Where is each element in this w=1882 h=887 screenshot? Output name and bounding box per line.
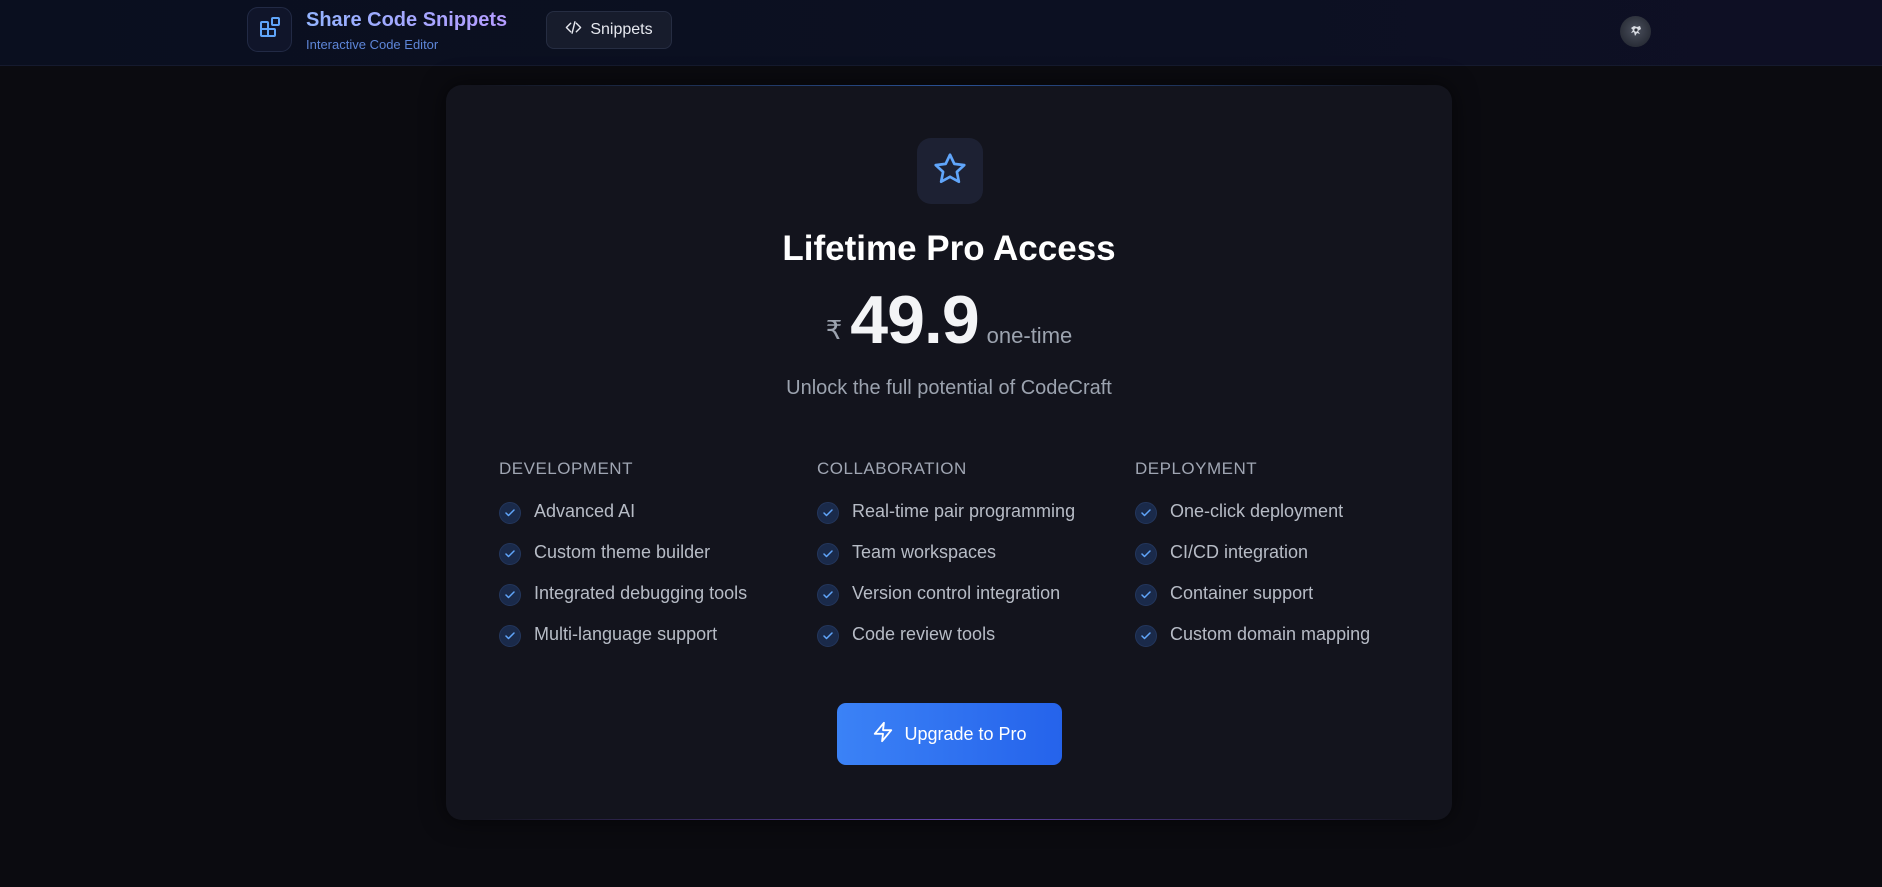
feature-item: Real-time pair programming (817, 499, 1117, 524)
feature-label: CI/CD integration (1170, 541, 1309, 562)
top-header: Share Code Snippets Interactive Code Edi… (0, 0, 1882, 66)
check-icon (499, 584, 521, 606)
check-icon (499, 625, 521, 647)
feature-label: Integrated debugging tools (534, 582, 748, 603)
feature-label: Custom theme builder (534, 541, 711, 562)
check-icon (499, 543, 521, 565)
card-bottom-glow (476, 819, 1422, 820)
feature-item: Advanced AI (499, 499, 799, 524)
feature-item: Team workspaces (817, 540, 1117, 565)
feature-column-deployment: DEPLOYMENT One-click deployment CI/CD in… (1135, 459, 1435, 663)
feature-item: CI/CD integration (1135, 540, 1435, 565)
check-icon (1135, 584, 1157, 606)
star-badge (917, 138, 983, 204)
plan-subtitle: Unlock the full potential of CodeCraft (786, 377, 1112, 399)
feature-label: Real-time pair programming (852, 500, 1076, 521)
upgrade-button[interactable]: Upgrade to Pro (837, 703, 1062, 765)
check-icon (817, 625, 839, 647)
feature-item: Version control integration (817, 581, 1117, 606)
plan-title: Lifetime Pro Access (782, 229, 1116, 268)
column-heading: DEVELOPMENT (499, 459, 633, 478)
brand-subtitle: Interactive Code Editor (306, 37, 439, 52)
blocks-icon (258, 15, 282, 44)
feature-label: Advanced AI (534, 500, 636, 521)
feature-item: Code review tools (817, 622, 1117, 647)
feature-item: Custom theme builder (499, 540, 799, 565)
check-icon (499, 502, 521, 524)
price-row: ₹ 49.9 one-time (446, 281, 1452, 359)
logo[interactable] (247, 7, 292, 52)
zap-icon (872, 721, 894, 748)
check-icon (817, 543, 839, 565)
brand-title[interactable]: Share Code Snippets (306, 9, 507, 32)
feature-item: Custom domain mapping (1135, 622, 1435, 647)
price-amount: 49.9 (850, 282, 979, 358)
feature-item: Multi-language support (499, 622, 799, 647)
check-icon (817, 502, 839, 524)
feature-label: Code review tools (852, 623, 996, 644)
price-period: one-time (986, 323, 1073, 348)
snippets-button[interactable]: Snippets (546, 11, 672, 49)
check-icon (1135, 502, 1157, 524)
avatar-image-icon (1630, 25, 1641, 36)
feature-item: Container support (1135, 581, 1435, 606)
card-top-glow (476, 85, 1422, 86)
feature-item: One-click deployment (1135, 499, 1435, 524)
pricing-card: Lifetime Pro Access ₹ 49.9 one-time Unlo… (446, 85, 1452, 820)
star-icon (932, 151, 968, 192)
user-avatar[interactable] (1620, 16, 1651, 47)
feature-label: Custom domain mapping (1170, 623, 1371, 644)
currency-symbol: ₹ (825, 315, 843, 345)
feature-label: One-click deployment (1170, 500, 1344, 521)
feature-label: Team workspaces (852, 541, 997, 562)
feature-label: Version control integration (852, 582, 1061, 603)
feature-item: Integrated debugging tools (499, 581, 799, 606)
feature-column-development: DEVELOPMENT Advanced AI Custom theme bui… (499, 459, 799, 663)
check-icon (1135, 543, 1157, 565)
check-icon (1135, 625, 1157, 647)
column-heading: DEPLOYMENT (1135, 459, 1258, 478)
check-icon (817, 584, 839, 606)
feature-label: Container support (1170, 582, 1314, 603)
feature-label: Multi-language support (534, 623, 718, 644)
upgrade-button-label: Upgrade to Pro (904, 723, 1027, 744)
column-heading: COLLABORATION (817, 459, 967, 478)
feature-column-collaboration: COLLABORATION Real-time pair programming… (817, 459, 1117, 663)
code-icon (565, 19, 582, 41)
snippets-label: Snippets (590, 21, 653, 38)
